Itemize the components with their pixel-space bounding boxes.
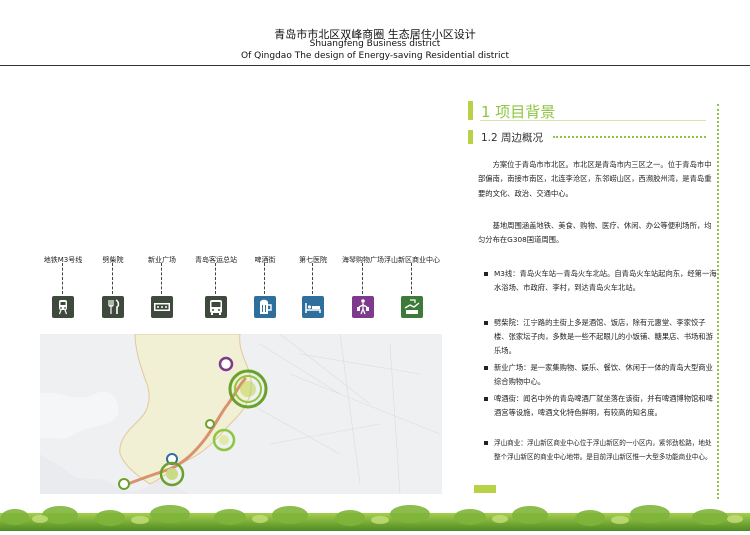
bullet-icon [484,397,488,401]
list-item-text: 啤酒街：闻名中外的青岛啤酒厂就坐落在该街，并有啤酒博物馆和啤酒宫等设施，啤酒文化… [494,394,713,417]
connector-line [411,263,413,294]
connector-line [215,263,217,294]
commerce-icon [401,296,423,318]
bottom-accent-bar [474,485,496,493]
list-item-text: 浮山商业：浮山新区商业中心位于浮山新区的一小区内，紧邻劲松路，地处整个浮山新区的… [494,439,712,461]
map-marker-large [228,369,268,409]
fork-knife-icon [102,296,124,318]
cash-register-icon [151,296,173,318]
connector-line [362,263,364,294]
bus-icon [205,296,227,318]
footer-leaf-decoration [0,505,750,531]
connector-line [312,263,314,294]
connector-line [112,263,114,294]
bullet-icon [484,441,488,445]
map-graphic [40,333,442,495]
list-item-text: M3线：青岛火车站—青岛火车北站。自青岛火车站起向东，经第一海水浴场、市政府、李… [494,269,717,292]
subsection-dotted-rule [553,136,706,138]
beer-mug-icon [254,296,276,318]
shopper-icon [352,296,374,318]
subsection-title: 1.2 周边概况 [481,132,544,144]
bullet-icon [484,272,488,276]
subsection-marker [468,130,473,144]
connector-line [62,263,64,294]
page-subtitle-en-line1: Shuangfeng Business district [309,39,441,49]
header-divider [0,65,750,66]
section-underline [480,120,706,121]
list-item-text: 新业广场：是一家集购物、娱乐、餐饮、休闲于一体的青岛大型商业综合购物中心。 [494,363,713,386]
bullet-icon [484,321,488,325]
amenities-paragraph: 基地周围涵盖地铁、美食、购物、医疗、休闲、办公等便利场所，均匀分布在G308国道… [478,221,712,245]
site-location-map [40,333,442,495]
hospital-bed-icon [302,296,324,318]
list-item-text: 劈柴院：江宁路的主街上多是酒馆、饭店，除有元惠堂、李家饺子楼、张家坛子肉，多数是… [494,318,713,355]
page-subtitle-en-line2: Of Qingdao The design of Energy-saving R… [240,51,509,61]
train-icon [52,296,74,318]
section-title: 1 项目背景 [481,103,556,121]
map-marker-purple [218,356,234,372]
connector-line [264,263,266,294]
section-marker [468,101,473,120]
intro-paragraph: 方案位于青岛市市北区。市北区是青岛市内三区之一。位于青岛市中部偏南，南接市南区，… [478,160,712,198]
connector-line [161,263,163,294]
bullet-icon [484,366,488,370]
